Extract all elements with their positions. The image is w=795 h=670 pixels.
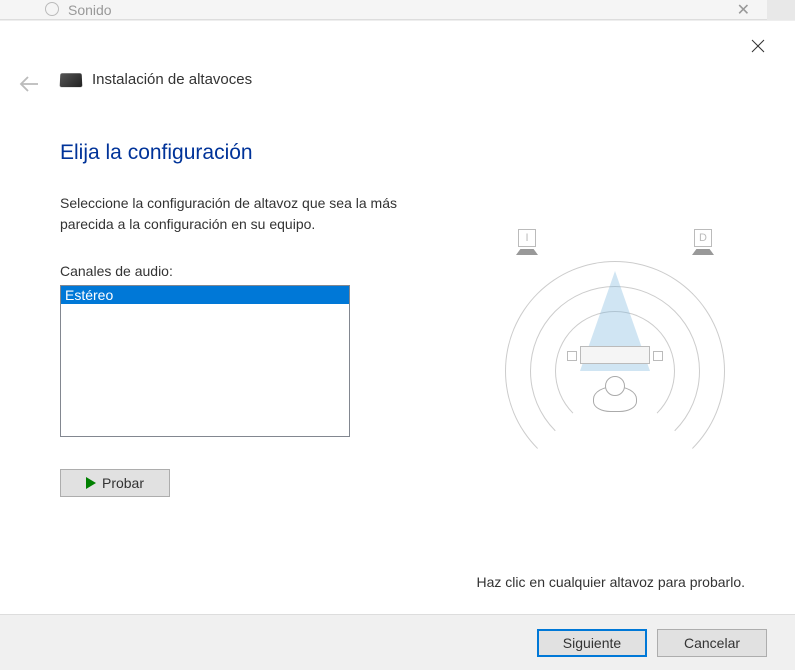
right-speaker[interactable]: D xyxy=(689,229,717,255)
speaker-device-icon xyxy=(60,73,83,87)
list-item[interactable]: Estéreo xyxy=(61,286,349,304)
audio-channels-listbox[interactable]: Estéreo xyxy=(60,285,350,437)
bg-close-icon: ✕ xyxy=(737,0,750,20)
bg-window-title: Sonido xyxy=(68,2,112,18)
person-icon xyxy=(605,376,625,396)
left-speaker[interactable]: I xyxy=(513,229,541,255)
sound-icon xyxy=(45,2,59,16)
left-speaker-label: I xyxy=(518,229,536,247)
description-text: Seleccione la configuración de altavoz q… xyxy=(60,193,450,235)
speaker-stand-icon xyxy=(516,249,538,255)
bg-scrollbar xyxy=(767,0,795,20)
speaker-setup-dialog: Instalación de altavoces Elija la config… xyxy=(0,20,795,670)
desk-icon xyxy=(580,346,650,364)
test-button-label: Probar xyxy=(102,475,144,491)
dialog-header: Instalación de altavoces xyxy=(60,71,252,88)
hint-text: Haz clic en cualquier altavoz para proba… xyxy=(477,574,745,590)
speaker-diagram: I D xyxy=(485,211,745,461)
right-speaker-label: D xyxy=(694,229,712,247)
back-button[interactable] xyxy=(18,73,40,99)
next-button[interactable]: Siguiente xyxy=(537,629,647,657)
test-button[interactable]: Probar xyxy=(60,469,170,497)
dialog-footer: Siguiente Cancelar xyxy=(0,614,795,670)
speaker-stand-icon xyxy=(692,249,714,255)
play-icon xyxy=(86,477,96,489)
background-window: Sonido ✕ xyxy=(0,0,795,20)
cancel-button[interactable]: Cancelar xyxy=(657,629,767,657)
desk-icon xyxy=(653,351,663,361)
desk-icon xyxy=(567,351,577,361)
page-heading: Elija la configuración xyxy=(60,141,755,165)
close-button[interactable] xyxy=(743,33,773,62)
dialog-title: Instalación de altavoces xyxy=(92,71,252,88)
